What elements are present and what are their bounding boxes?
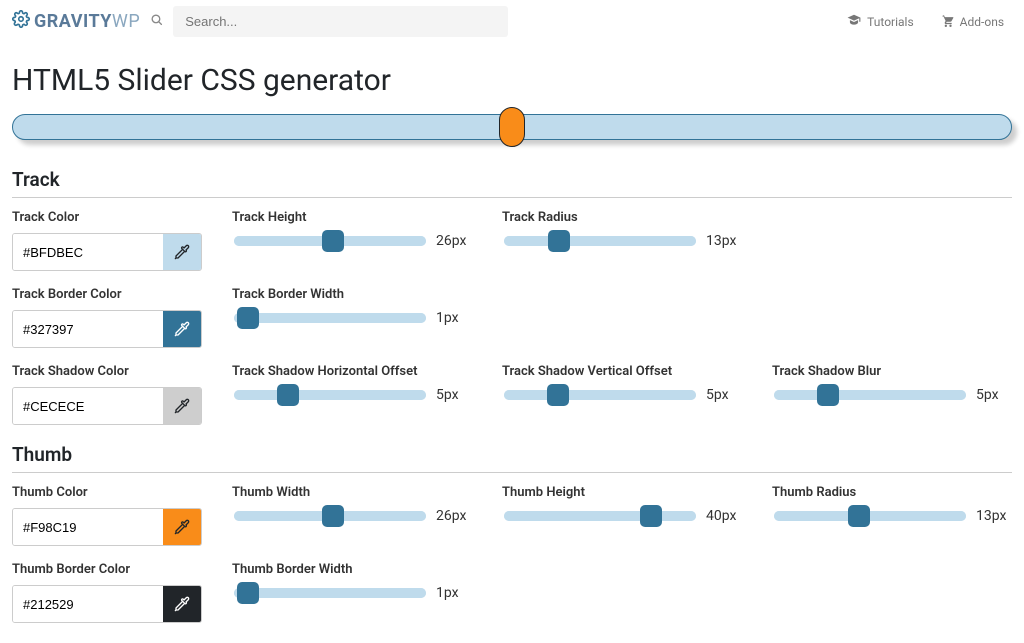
value-track-height: 26px bbox=[436, 233, 472, 249]
label-track-border-width: Track Border Width bbox=[232, 287, 472, 302]
search-icon[interactable] bbox=[150, 13, 163, 30]
eyedropper-icon bbox=[174, 244, 190, 260]
slider-thumb-width[interactable] bbox=[234, 511, 426, 521]
graduation-cap-icon bbox=[847, 13, 861, 30]
search-input[interactable] bbox=[173, 6, 508, 37]
label-track-border-color: Track Border Color bbox=[12, 287, 202, 302]
eyedropper-icon bbox=[174, 596, 190, 612]
preview-slider-track[interactable] bbox=[12, 114, 1012, 140]
label-track-color: Track Color bbox=[12, 210, 202, 225]
slider-track-radius[interactable] bbox=[504, 236, 696, 246]
swatch-thumb-border-color[interactable] bbox=[163, 586, 201, 622]
brand-logo[interactable]: GRAVITYWP bbox=[12, 10, 140, 33]
value-track-radius: 13px bbox=[706, 233, 742, 249]
input-track-shadow-color[interactable] bbox=[13, 388, 163, 424]
label-thumb-color: Thumb Color bbox=[12, 485, 202, 500]
value-track-border-width: 1px bbox=[436, 310, 472, 326]
brand-text-light: WP bbox=[112, 11, 140, 32]
label-track-height: Track Height bbox=[232, 210, 472, 225]
swatch-thumb-color[interactable] bbox=[163, 509, 201, 545]
nav-addons-label: Add-ons bbox=[960, 15, 1004, 29]
gear-icon bbox=[12, 10, 30, 33]
slider-track-shadow-voff[interactable] bbox=[504, 390, 696, 400]
slider-thumb-height[interactable] bbox=[504, 511, 696, 521]
slider-thumb-border-width[interactable] bbox=[234, 588, 426, 598]
slider-track-shadow-hoff[interactable] bbox=[234, 390, 426, 400]
divider bbox=[12, 197, 1012, 198]
app-header: GRAVITYWP Tutorials Add-ons bbox=[0, 0, 1024, 43]
slider-track-shadow-blur[interactable] bbox=[774, 390, 966, 400]
label-thumb-height: Thumb Height bbox=[502, 485, 742, 500]
label-track-shadow-blur: Track Shadow Blur bbox=[772, 364, 1012, 379]
value-thumb-radius: 13px bbox=[976, 508, 1012, 524]
swatch-track-border-color[interactable] bbox=[163, 311, 201, 347]
divider bbox=[12, 472, 1012, 473]
section-thumb-title: Thumb bbox=[12, 443, 1012, 466]
value-thumb-width: 26px bbox=[436, 508, 472, 524]
value-thumb-border-width: 1px bbox=[436, 585, 472, 601]
label-track-shadow-color: Track Shadow Color bbox=[12, 364, 202, 379]
value-track-shadow-voff: 5px bbox=[706, 387, 742, 403]
eyedropper-icon bbox=[174, 519, 190, 535]
slider-thumb-radius[interactable] bbox=[774, 511, 966, 521]
value-thumb-height: 40px bbox=[706, 508, 742, 524]
swatch-track-color[interactable] bbox=[163, 234, 201, 270]
nav-addons[interactable]: Add-ons bbox=[932, 13, 1012, 30]
label-track-radius: Track Radius bbox=[502, 210, 742, 225]
brand-text-strong: GRAVITY bbox=[34, 11, 112, 32]
slider-track-border-width[interactable] bbox=[234, 313, 426, 323]
slider-track-height[interactable] bbox=[234, 236, 426, 246]
eyedropper-icon bbox=[174, 321, 190, 337]
section-track-title: Track bbox=[12, 168, 1012, 191]
input-track-color[interactable] bbox=[13, 234, 163, 270]
nav-tutorials-label: Tutorials bbox=[867, 15, 914, 29]
eyedropper-icon bbox=[174, 398, 190, 414]
value-track-shadow-blur: 5px bbox=[976, 387, 1012, 403]
label-thumb-border-color: Thumb Border Color bbox=[12, 562, 202, 577]
swatch-track-shadow-color[interactable] bbox=[163, 388, 201, 424]
label-track-shadow-voff: Track Shadow Vertical Offset bbox=[502, 364, 742, 379]
label-thumb-border-width: Thumb Border Width bbox=[232, 562, 472, 577]
input-thumb-color[interactable] bbox=[13, 509, 163, 545]
input-track-border-color[interactable] bbox=[13, 311, 163, 347]
preview-slider-thumb[interactable] bbox=[499, 107, 525, 147]
input-thumb-border-color[interactable] bbox=[13, 586, 163, 622]
label-track-shadow-hoff: Track Shadow Horizontal Offset bbox=[232, 364, 472, 379]
label-thumb-radius: Thumb Radius bbox=[772, 485, 1012, 500]
label-thumb-width: Thumb Width bbox=[232, 485, 472, 500]
nav-tutorials[interactable]: Tutorials bbox=[839, 13, 922, 30]
value-track-shadow-hoff: 5px bbox=[436, 387, 472, 403]
cart-icon bbox=[940, 13, 954, 30]
page-title: HTML5 Slider CSS generator bbox=[12, 63, 1012, 98]
